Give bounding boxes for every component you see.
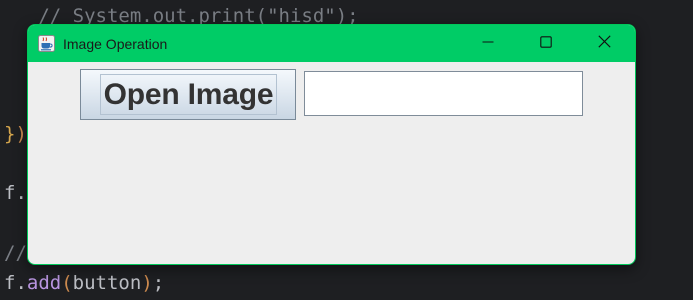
close-icon — [597, 34, 611, 53]
code-line-comment-2: // — [4, 242, 27, 264]
code-close-paren: ) — [141, 272, 153, 294]
image-path-field[interactable] — [304, 71, 583, 116]
minimize-button[interactable] — [459, 25, 517, 62]
minimize-icon — [482, 35, 494, 53]
window-title: Image Operation — [63, 36, 168, 52]
code-argument: button — [72, 272, 142, 294]
window-titlebar[interactable]: Image Operation — [28, 25, 635, 62]
code-paren: ) — [15, 123, 27, 145]
code-brace: } — [4, 123, 16, 145]
code-semicolon: ; — [152, 272, 165, 294]
code-object: f. — [4, 272, 27, 294]
code-line-closing: }) — [4, 123, 27, 145]
maximize-icon — [540, 35, 552, 53]
button-focus-ring: Open Image — [100, 74, 277, 115]
code-line-f: f. — [4, 182, 27, 204]
image-operation-window: Image Operation Open Image — [27, 24, 636, 265]
java-cup-icon — [38, 35, 55, 52]
open-image-button[interactable]: Open Image — [80, 69, 296, 120]
maximize-button[interactable] — [517, 25, 575, 62]
code-method: add — [26, 272, 62, 294]
code-line-add-button: f.add(button); — [4, 272, 164, 294]
open-image-button-label: Open Image — [103, 77, 274, 111]
code-open-paren: ( — [61, 272, 73, 294]
close-button[interactable] — [575, 25, 633, 62]
